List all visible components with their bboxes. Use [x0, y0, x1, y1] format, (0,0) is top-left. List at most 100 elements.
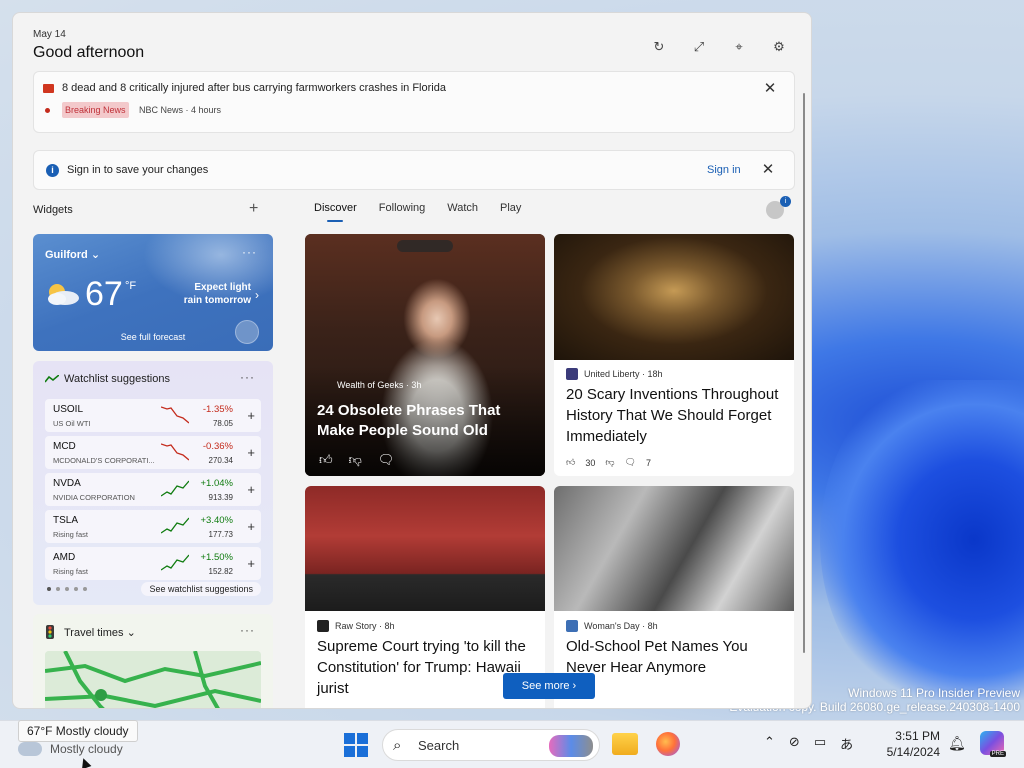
pager-dot[interactable]	[83, 587, 87, 591]
article-card[interactable]: United Liberty · 18h 20 Scary Inventions…	[554, 234, 794, 476]
article-source: Woman's Day · 8h	[584, 621, 658, 631]
stock-symbol: TSLA	[53, 515, 79, 526]
breaking-news-card[interactable]: 8 dead and 8 critically injured after bu…	[33, 71, 795, 133]
stock-change: -0.36%	[202, 441, 233, 452]
stock-symbol: AMD	[53, 552, 76, 563]
search-input[interactable]: Search	[418, 738, 459, 753]
display-icon[interactable]: ▭	[814, 734, 826, 753]
weather-tooltip: 67°F Mostly cloudy	[18, 720, 138, 742]
add-to-watchlist-icon[interactable]: +	[247, 408, 255, 423]
tab-discover[interactable]: Discover	[314, 202, 357, 222]
stock-name: MCDONALD'S CORPORATI...	[53, 456, 155, 465]
thumbs-down-icon[interactable]: 👎︎	[605, 457, 614, 468]
article-headline[interactable]: 24 Obsolete Phrases That Make People Sou…	[317, 401, 532, 441]
taskbar-clock[interactable]: 3:51 PM 5/14/2024	[880, 728, 940, 760]
add-to-watchlist-icon[interactable]: +	[247, 519, 255, 534]
stock-price: 152.82	[208, 567, 233, 576]
see-more-button[interactable]: See more ›	[503, 673, 595, 699]
watchlist-row[interactable]: NVDA NVIDIA CORPORATION +1.04% 913.39 +	[45, 473, 261, 506]
notification-bell-icon[interactable]: 🔔︎	[948, 735, 966, 752]
watchlist-row[interactable]: MCD MCDONALD'S CORPORATI... -0.36% 270.34 +	[45, 436, 261, 469]
pager-dot[interactable]	[47, 587, 51, 591]
pager-dot[interactable]	[56, 587, 60, 591]
weather-temperature: 67	[85, 275, 123, 313]
carousel-pager[interactable]	[47, 587, 87, 591]
watchlist-row[interactable]: USOIL US Oil WTI -1.35% 78.05 +	[45, 399, 261, 432]
taskbar-search[interactable]: ⌕ Search	[382, 729, 600, 761]
stock-price: 177.73	[208, 530, 233, 539]
radar-map-icon[interactable]	[235, 320, 259, 344]
taskbar-weather[interactable]: Mostly cloudy	[18, 742, 123, 756]
search-highlight-icon[interactable]	[549, 735, 593, 757]
more-options-icon[interactable]: ···	[240, 370, 255, 384]
comment-icon[interactable]: 🗨︎	[378, 452, 395, 468]
see-watchlist-button[interactable]: See watchlist suggestions	[141, 582, 261, 596]
close-icon[interactable]: ✕	[760, 162, 776, 178]
thumbs-up-icon[interactable]: 👍︎	[319, 452, 333, 468]
watchlist-title: Watchlist suggestions	[64, 373, 170, 385]
publisher-logo-icon	[566, 620, 578, 632]
sparkline-chart	[161, 517, 189, 534]
tab-watch[interactable]: Watch	[447, 202, 478, 222]
watchlist-row[interactable]: TSLA Rising fast +3.40% 177.73 +	[45, 510, 261, 543]
stock-symbol: USOIL	[53, 404, 84, 415]
breaking-headline[interactable]: 8 dead and 8 critically injured after bu…	[62, 82, 446, 94]
chevron-right-icon[interactable]: ›	[255, 288, 259, 302]
breaking-source: NBC News · 4 hours	[139, 105, 222, 115]
weather-location[interactable]: Guilford ⌄	[45, 248, 100, 261]
like-count: 30	[585, 457, 596, 468]
weather-summary[interactable]: Expect light rain tomorrow	[179, 281, 251, 307]
close-icon[interactable]: ✕	[762, 81, 778, 97]
pager-dot[interactable]	[65, 587, 69, 591]
firefox-icon[interactable]	[656, 732, 680, 756]
article-image	[554, 486, 794, 611]
stock-price: 913.39	[208, 493, 233, 502]
traffic-light-icon	[46, 625, 54, 639]
copilot-icon[interactable]: PRE	[980, 731, 1006, 757]
thumbs-up-icon[interactable]: 👍︎	[566, 457, 575, 468]
article-headline[interactable]: 20 Scary Inventions Throughout History T…	[566, 384, 784, 447]
traffic-map[interactable]	[45, 651, 261, 709]
taskbar-weather-text: Mostly cloudy	[50, 742, 123, 756]
windows-logo-icon	[344, 733, 355, 744]
add-to-watchlist-icon[interactable]: +	[247, 445, 255, 460]
settings-gear-icon[interactable]: ⚙	[771, 39, 787, 55]
stock-change: +1.50%	[200, 552, 234, 563]
start-button[interactable]	[344, 733, 368, 757]
tab-following[interactable]: Following	[379, 202, 425, 222]
network-offline-icon[interactable]: ⊘	[789, 734, 800, 753]
signin-message: Sign in to save your changes	[67, 164, 209, 176]
stock-symbol: NVDA	[53, 478, 81, 489]
signin-link[interactable]: Sign in	[707, 164, 741, 176]
sparkline-chart	[161, 480, 189, 497]
article-card[interactable]: Wealth of Geeks · 3h 24 Obsolete Phrases…	[305, 234, 545, 476]
pin-icon[interactable]: ⌖	[731, 39, 747, 55]
weather-location-label: Guilford	[45, 249, 88, 261]
language-icon[interactable]: あ	[840, 734, 853, 753]
pager-dot[interactable]	[74, 587, 78, 591]
more-options-icon[interactable]: ···	[242, 245, 257, 259]
add-to-watchlist-icon[interactable]: +	[247, 482, 255, 497]
chevron-up-icon[interactable]: ⌃	[764, 734, 775, 753]
weather-widget[interactable]: Guilford ⌄ ··· 67 °F Expect light rain t…	[33, 234, 273, 351]
scrollbar[interactable]	[803, 93, 805, 653]
add-to-watchlist-icon[interactable]: +	[247, 556, 255, 571]
widgets-heading: Widgets	[33, 204, 73, 216]
stock-name: Rising fast	[53, 567, 89, 576]
tab-play[interactable]: Play	[500, 202, 521, 222]
more-options-icon[interactable]: ···	[240, 623, 255, 637]
article-headline[interactable]: Old-School Pet Names You Never Hear Anym…	[566, 636, 784, 678]
stock-price: 270.34	[208, 456, 233, 465]
travel-times-widget: Travel times ⌄ ···	[33, 614, 273, 709]
comment-icon[interactable]: 🗨︎	[625, 457, 636, 468]
add-widget-button[interactable]: +	[249, 200, 258, 218]
travel-title-label: Travel times	[64, 627, 124, 639]
thumbs-down-icon[interactable]: 👎︎	[349, 452, 362, 468]
panel-toolbar: ↻ ⤢ ⌖ ⚙	[651, 39, 787, 55]
file-explorer-icon[interactable]	[612, 733, 638, 755]
panel-date: May 14	[33, 29, 66, 40]
travel-title[interactable]: Travel times ⌄	[64, 626, 136, 639]
refresh-icon[interactable]: ↻	[651, 39, 667, 55]
expand-icon[interactable]: ⤢	[691, 39, 707, 55]
watchlist-row[interactable]: AMD Rising fast +1.50% 152.82 +	[45, 547, 261, 580]
